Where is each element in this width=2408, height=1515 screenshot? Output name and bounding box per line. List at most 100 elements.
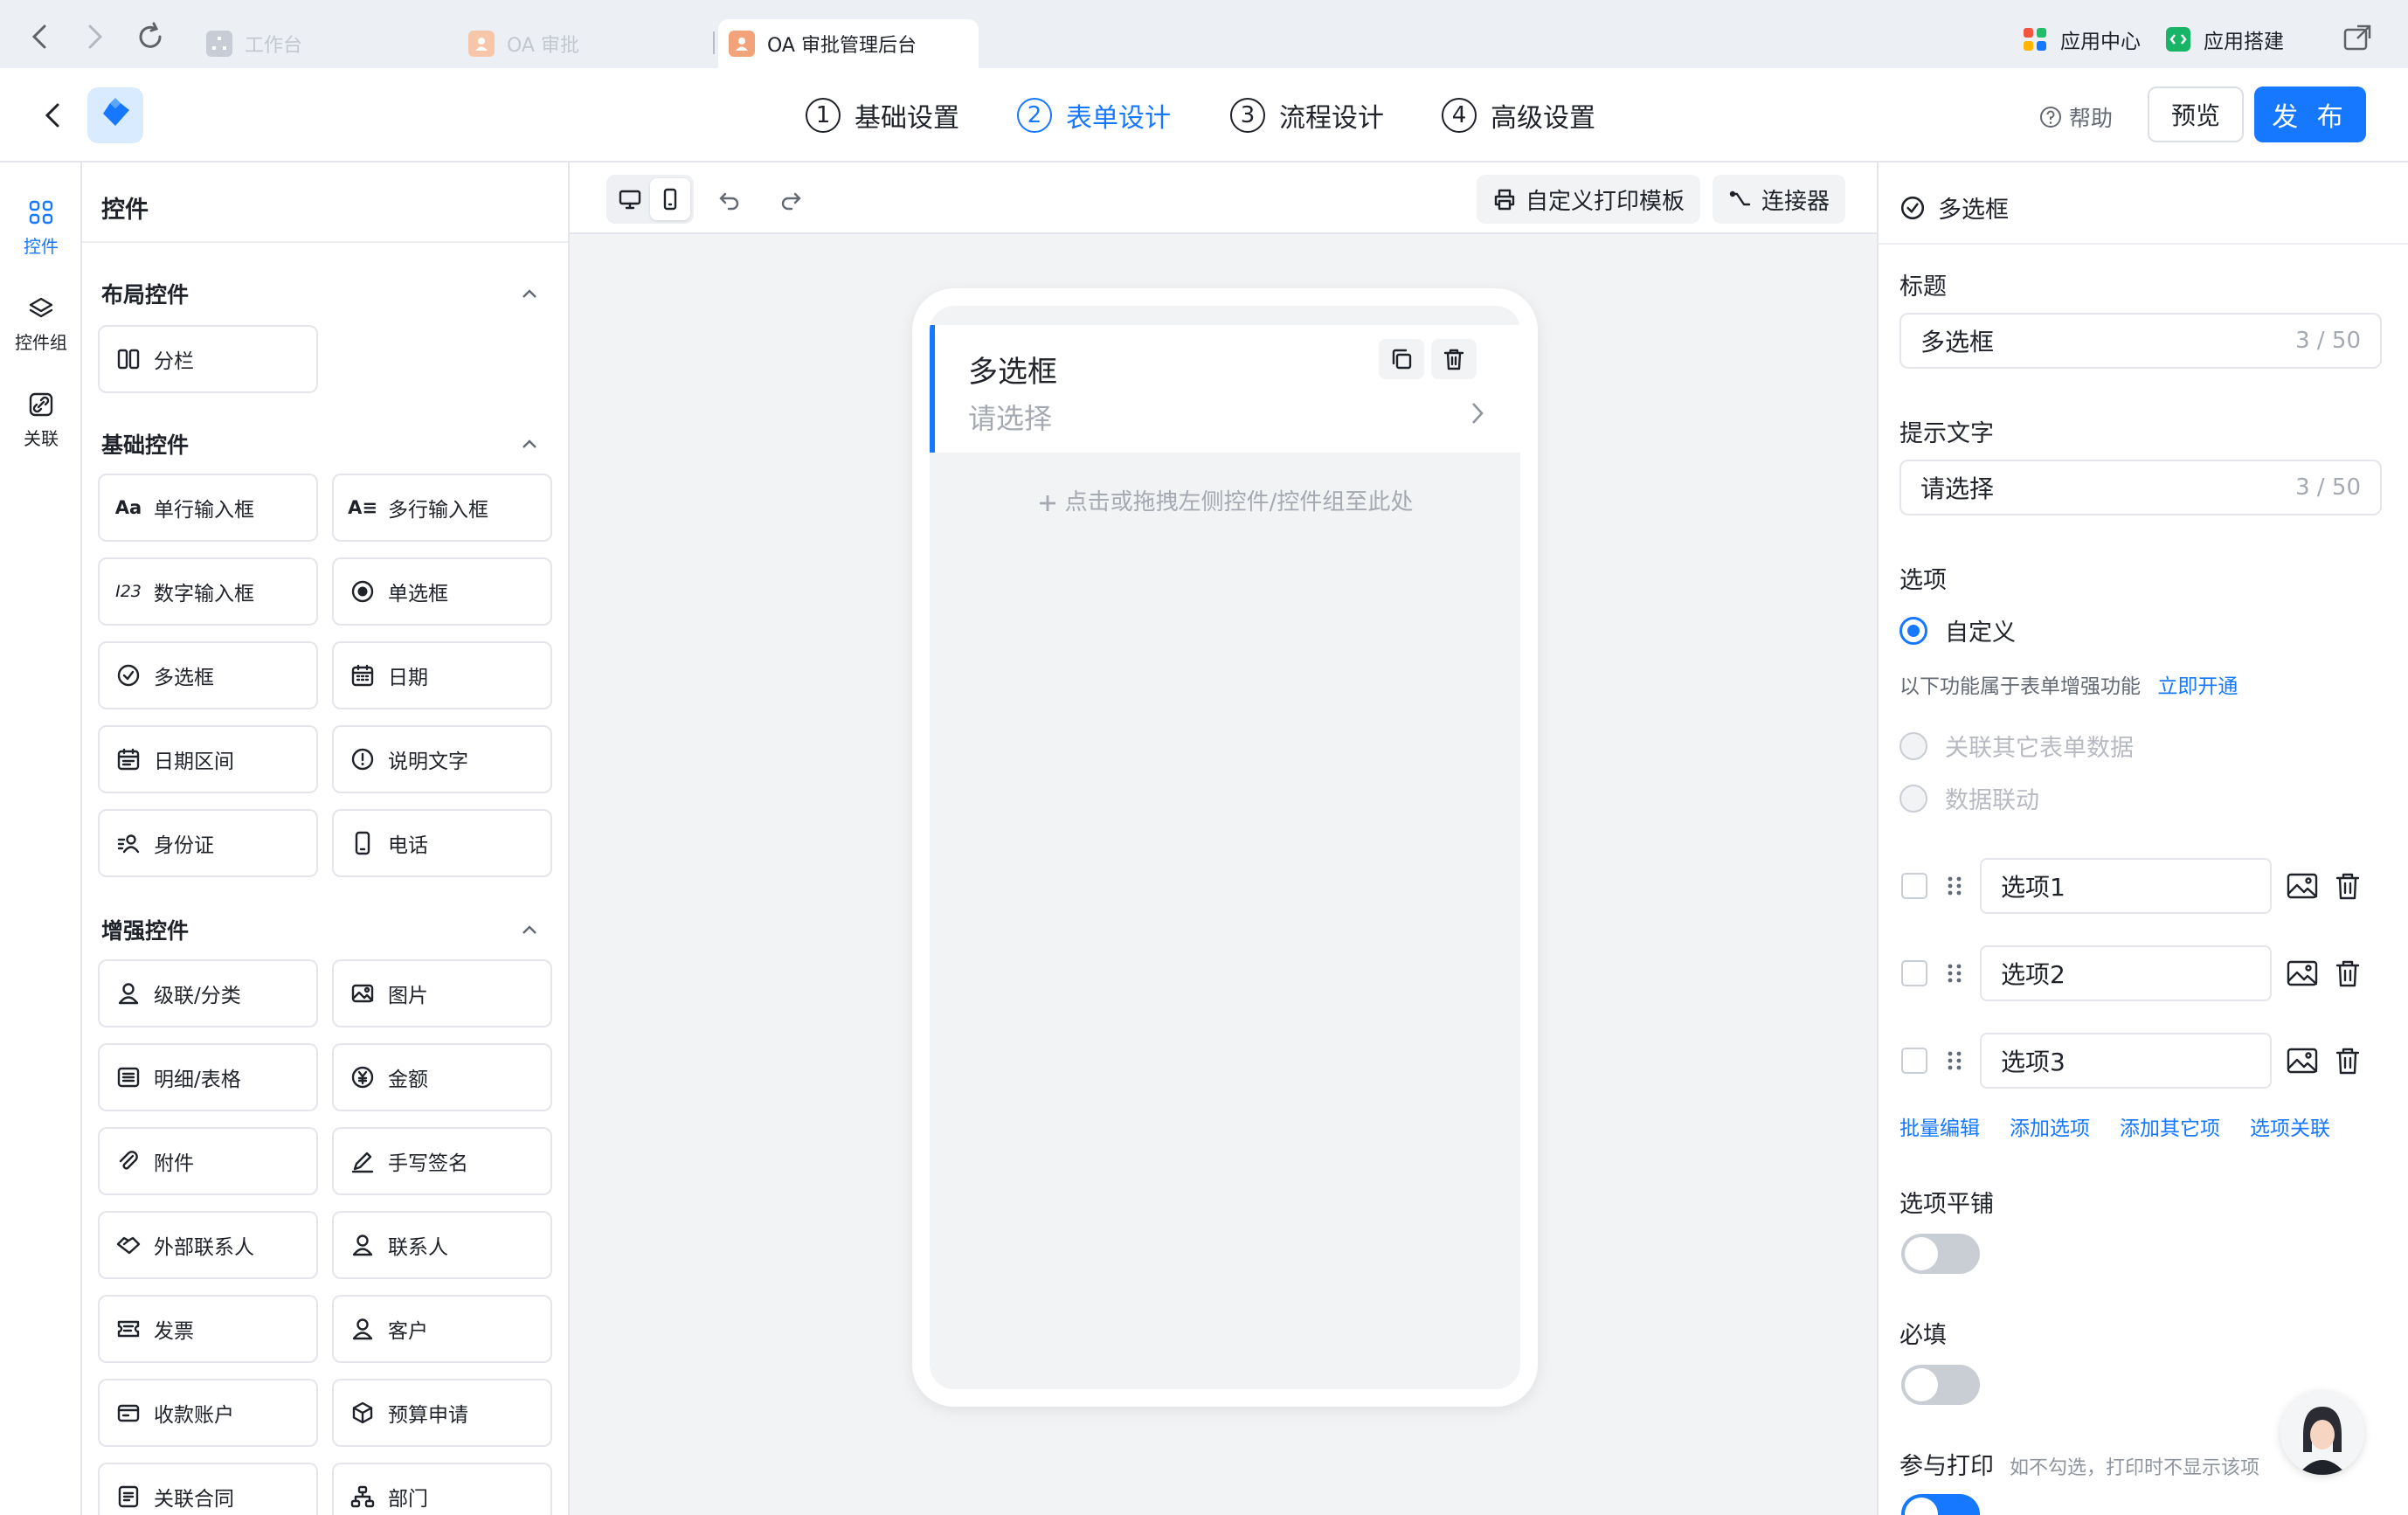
contact-icon (349, 1232, 376, 1258)
mobile-icon[interactable] (650, 178, 690, 220)
radio-custom[interactable]: 自定义 (1899, 613, 2016, 647)
step-flow-design[interactable]: 3 流程设计 (1230, 96, 1384, 135)
required-toggle[interactable] (1901, 1365, 1980, 1405)
option-checkbox[interactable] (1901, 873, 1927, 899)
control-columns[interactable]: 分栏 (98, 325, 318, 393)
control-invoice[interactable]: 发票 (98, 1295, 318, 1363)
step-form-design[interactable]: 2 表单设计 (1017, 96, 1171, 135)
desktop-icon[interactable] (610, 178, 650, 220)
option-association-link[interactable]: 选项关联 (2250, 1111, 2330, 1141)
drag-handle-icon[interactable] (1945, 1047, 1964, 1075)
control-single-line-input[interactable]: Aa 单行输入框 (98, 474, 318, 542)
control-amount[interactable]: 金额 (332, 1043, 552, 1111)
tab-oa-admin[interactable]: OA 审批管理后台 (718, 19, 979, 68)
field-title: 多选框 (968, 355, 1057, 390)
add-option-link[interactable]: 添加选项 (2010, 1111, 2090, 1141)
back-icon[interactable] (35, 98, 70, 133)
cascade-icon (115, 980, 142, 1007)
control-department[interactable]: 部门 (332, 1463, 552, 1515)
back-icon[interactable] (23, 19, 58, 54)
rail-item-controls[interactable]: 控件 (0, 199, 82, 258)
chevron-up-icon[interactable] (519, 919, 540, 940)
form-field-checkbox[interactable]: 多选框 请选择 (930, 325, 1520, 453)
drag-handle-icon[interactable] (1945, 872, 1964, 900)
step-basic-settings[interactable]: 1 基础设置 (806, 96, 959, 135)
control-budget[interactable]: 预算申请 (332, 1379, 552, 1447)
publish-button[interactable]: 发 布 (2254, 86, 2366, 142)
option-input[interactable]: 选项3 (1980, 1033, 2272, 1089)
image-icon[interactable] (2286, 870, 2319, 902)
option-checkbox[interactable] (1901, 960, 1927, 986)
step-number: 1 (806, 98, 841, 133)
option-input[interactable]: 选项2 (1980, 945, 2272, 1001)
hint-input[interactable]: 请选择 3 / 50 (1899, 460, 2382, 515)
control-date[interactable]: 日期 (332, 641, 552, 709)
enable-now-link[interactable]: 立即开通 (2157, 675, 2238, 698)
chevron-up-icon[interactable] (519, 283, 540, 304)
control-label: 多选框 (154, 667, 214, 689)
connector-button[interactable]: 连接器 (1713, 175, 1846, 224)
control-phone[interactable]: 电话 (332, 809, 552, 877)
forward-icon[interactable] (77, 19, 112, 54)
option-row: 选项3 (1899, 1033, 2389, 1089)
app-header: 1 基础设置 2 表单设计 3 流程设计 4 高级设置 帮助 预览 发 布 (0, 68, 2408, 163)
control-receiving-account[interactable]: 收款账户 (98, 1379, 318, 1447)
control-contact[interactable]: 联系人 (332, 1211, 552, 1279)
control-label: 数字输入框 (154, 583, 254, 605)
image-icon[interactable] (2286, 1045, 2319, 1076)
option-input[interactable]: 选项1 (1980, 858, 2272, 914)
delete-icon[interactable] (2333, 958, 2363, 989)
app-center-link[interactable]: 应用中心 (2022, 24, 2141, 54)
chevron-up-icon[interactable] (519, 433, 540, 454)
delete-icon[interactable] (2333, 1045, 2363, 1076)
batch-edit-link[interactable]: 批量编辑 (1899, 1111, 1980, 1141)
control-contract[interactable]: 关联合同 (98, 1463, 318, 1515)
refresh-icon[interactable] (133, 19, 168, 54)
control-number-input[interactable]: I23 数字输入框 (98, 557, 318, 626)
delete-icon[interactable] (1431, 339, 1477, 379)
undo-icon[interactable] (716, 187, 743, 213)
textarea-icon: A≡ (348, 497, 377, 518)
rail-item-control-groups[interactable]: 控件组 (0, 295, 82, 354)
tile-options-label: 选项平铺 (1899, 1191, 1994, 1218)
control-radio[interactable]: 单选框 (332, 557, 552, 626)
drop-hint[interactable]: 点击或拖拽左侧控件/控件组至此处 (930, 484, 1520, 516)
control-date-range[interactable]: 日期区间 (98, 725, 318, 793)
control-customer[interactable]: 客户 (332, 1295, 552, 1363)
delete-icon[interactable] (2333, 870, 2363, 902)
assistant-avatar[interactable] (2280, 1391, 2364, 1475)
control-label: 日期 (388, 667, 428, 689)
preview-button[interactable]: 预览 (2148, 86, 2244, 142)
control-multi-line-input[interactable]: A≡ 多行输入框 (332, 474, 552, 542)
control-signature[interactable]: 手写签名 (332, 1127, 552, 1195)
handshake-icon (115, 1232, 142, 1258)
tile-options-toggle[interactable] (1901, 1234, 1980, 1274)
option-checkbox[interactable] (1901, 1048, 1927, 1074)
control-cascade[interactable]: 级联/分类 (98, 959, 318, 1027)
app-builder-link[interactable]: 应用搭建 (2165, 24, 2284, 54)
mobile-preview-screen: 多选框 请选择 点击或拖拽左侧控件/控件组至此处 (930, 306, 1520, 1389)
control-image[interactable]: 图片 (332, 959, 552, 1027)
title-input[interactable]: 多选框 3 / 50 (1899, 313, 2382, 369)
step-advanced-settings[interactable]: 4 高级设置 (1442, 96, 1595, 135)
redo-icon[interactable] (778, 187, 804, 213)
tab-workbench[interactable]: 工作台 (206, 19, 302, 68)
option-row: 选项1 (1899, 858, 2389, 914)
field-placeholder: 请选择 (968, 402, 1053, 435)
copy-icon[interactable] (1379, 339, 1424, 379)
image-icon[interactable] (2286, 958, 2319, 989)
rail-item-relations[interactable]: 关联 (0, 391, 82, 450)
control-detail-table[interactable]: 明细/表格 (98, 1043, 318, 1111)
help-link[interactable]: 帮助 (2039, 101, 2113, 133)
control-attachment[interactable]: 附件 (98, 1127, 318, 1195)
print-toggle[interactable] (1901, 1494, 1980, 1515)
control-external-contact[interactable]: 外部联系人 (98, 1211, 318, 1279)
open-external-icon[interactable] (2342, 23, 2377, 58)
control-description[interactable]: 说明文字 (332, 725, 552, 793)
add-other-option-link[interactable]: 添加其它项 (2120, 1111, 2220, 1141)
tab-oa-approval[interactable]: OA 审批 (468, 19, 579, 68)
drag-handle-icon[interactable] (1945, 959, 1964, 987)
control-checkbox[interactable]: 多选框 (98, 641, 318, 709)
print-template-button[interactable]: 自定义打印模板 (1477, 175, 1701, 224)
control-id-card[interactable]: 身份证 (98, 809, 318, 877)
